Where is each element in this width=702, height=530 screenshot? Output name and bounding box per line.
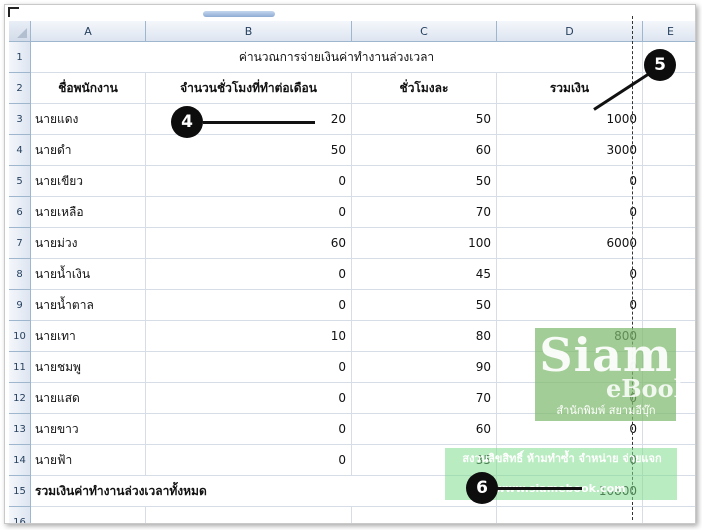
name-cell-a10[interactable]: นายเทา (31, 321, 146, 352)
hours-cell-b8[interactable]: 0 (146, 259, 352, 290)
hours-cell-b10[interactable]: 10 (146, 321, 352, 352)
rate-cell-c5[interactable]: 50 (352, 166, 497, 197)
watermark-tagline: สำนักพิมพ์ สยามอีบุ๊ก (556, 404, 656, 417)
summary-label-cell[interactable]: รวมเงินค่าทำงานล่วงเวลาทั้งหมด (31, 476, 497, 507)
row-header-13[interactable]: 13 (9, 414, 31, 445)
name-cell-a13[interactable]: นายขาว (31, 414, 146, 445)
cell-e4[interactable] (643, 135, 695, 166)
name-cell-a7[interactable]: นายม่วง (31, 228, 146, 259)
hours-cell-b9[interactable]: 0 (146, 290, 352, 321)
rate-cell-c7[interactable]: 100 (352, 228, 497, 259)
total-cell-d7[interactable]: 6000 (497, 228, 643, 259)
marker-6-pointer (497, 487, 582, 490)
rate-cell-c10[interactable]: 80 (352, 321, 497, 352)
hours-cell-b7[interactable]: 60 (146, 228, 352, 259)
total-cell-d5[interactable]: 0 (497, 166, 643, 197)
total-cell-d4[interactable]: 3000 (497, 135, 643, 166)
cell-e3[interactable] (643, 104, 695, 135)
row-header-15[interactable]: 15 (9, 476, 31, 507)
hours-cell-b5[interactable]: 0 (146, 166, 352, 197)
cell-a16[interactable] (31, 507, 146, 523)
row-header-8[interactable]: 8 (9, 259, 31, 290)
row-header-4[interactable]: 4 (9, 135, 31, 166)
cell-e9[interactable] (643, 290, 695, 321)
cell-e16[interactable] (643, 507, 695, 523)
watermark-subtitle: eBook (606, 374, 691, 403)
column-header-b[interactable]: B (146, 21, 352, 42)
row-header-7[interactable]: 7 (9, 228, 31, 259)
marker-4-pointer (203, 121, 315, 124)
total-cell-d3[interactable]: 1000 (497, 104, 643, 135)
name-cell-a12[interactable]: นายแสด (31, 383, 146, 414)
total-cell-d8[interactable]: 0 (497, 259, 643, 290)
top-strip (5, 5, 695, 21)
cell-b16[interactable] (146, 507, 352, 523)
name-cell-a4[interactable]: นายดำ (31, 135, 146, 166)
select-all-triangle-icon (17, 28, 27, 38)
total-cell-d6[interactable]: 0 (497, 197, 643, 228)
row-header-16[interactable]: 16 (9, 507, 31, 523)
name-cell-a8[interactable]: นายน้ำเงิน (31, 259, 146, 290)
row-header-10[interactable]: 10 (9, 321, 31, 352)
rate-cell-c11[interactable]: 90 (352, 352, 497, 383)
rate-cell-c4[interactable]: 60 (352, 135, 497, 166)
name-cell-a9[interactable]: นายน้ำตาล (31, 290, 146, 321)
header-hours-cell[interactable]: จำนวนชั่วโมงที่ทำต่อเดือน (146, 73, 352, 104)
total-cell-d9[interactable]: 0 (497, 290, 643, 321)
rate-cell-c9[interactable]: 50 (352, 290, 497, 321)
column-header-c[interactable]: C (352, 21, 497, 42)
watermark-title: Siam (539, 328, 673, 382)
hours-cell-b12[interactable]: 0 (146, 383, 352, 414)
row-header-2[interactable]: 2 (9, 73, 31, 104)
marker-6: 6 (466, 472, 498, 504)
row-header-14[interactable]: 14 (9, 445, 31, 476)
row-header-12[interactable]: 12 (9, 383, 31, 414)
select-all-corner[interactable] (9, 21, 31, 42)
column-header-a[interactable]: A (31, 21, 146, 42)
rate-cell-c3[interactable]: 50 (352, 104, 497, 135)
hours-cell-b4[interactable]: 50 (146, 135, 352, 166)
title-cell[interactable]: ค่านวณการจ่ายเงินค่าทำงานล่วงเวลา (31, 42, 643, 73)
column-header-d[interactable]: D (497, 21, 643, 42)
hours-cell-b11[interactable]: 0 (146, 352, 352, 383)
cell-c16[interactable] (352, 507, 497, 523)
hours-cell-b6[interactable]: 0 (146, 197, 352, 228)
row-header-11[interactable]: 11 (9, 352, 31, 383)
cell-e7[interactable] (643, 228, 695, 259)
row-header-5[interactable]: 5 (9, 166, 31, 197)
cell-e8[interactable] (643, 259, 695, 290)
header-name-cell[interactable]: ชื่อพนักงาน (31, 73, 146, 104)
corner-mark (8, 7, 19, 17)
marker-5: 5 (644, 49, 676, 81)
marker-4: 4 (171, 106, 203, 138)
hours-cell-b13[interactable]: 0 (146, 414, 352, 445)
cell-e6[interactable] (643, 197, 695, 228)
hours-cell-b14[interactable]: 0 (146, 445, 352, 476)
column-header-e[interactable]: E (643, 21, 695, 42)
name-cell-a11[interactable]: นายชมพู (31, 352, 146, 383)
rate-cell-c13[interactable]: 60 (352, 414, 497, 445)
watermark-copyright: สงวนลิขสิทธิ์ ห้ามทำซ้ำ จำหน่าย จ่ายแจก (462, 452, 662, 465)
screenshot-frame: A B C D E 1 2 3 4 5 6 7 8 9 10 11 12 13 14 15 16 ค่านวณการจ่า… (4, 4, 696, 524)
row-header-6[interactable]: 6 (9, 197, 31, 228)
name-cell-a6[interactable]: นายเหลือ (31, 197, 146, 228)
page-break-line (632, 16, 633, 520)
name-cell-a14[interactable]: นายฟ้า (31, 445, 146, 476)
cell-d16[interactable] (497, 507, 643, 523)
header-rate-cell[interactable]: ชั่วโมงละ (352, 73, 497, 104)
row-header-1[interactable]: 1 (9, 42, 31, 73)
row-header-9[interactable]: 9 (9, 290, 31, 321)
name-cell-a3[interactable]: นายแดง (31, 104, 146, 135)
row-header-3[interactable]: 3 (9, 104, 31, 135)
rate-cell-c12[interactable]: 70 (352, 383, 497, 414)
name-cell-a5[interactable]: นายเขียว (31, 166, 146, 197)
horizontal-scroll-thumb[interactable] (203, 11, 275, 17)
cell-e5[interactable] (643, 166, 695, 197)
rate-cell-c6[interactable]: 70 (352, 197, 497, 228)
rate-cell-c8[interactable]: 45 (352, 259, 497, 290)
